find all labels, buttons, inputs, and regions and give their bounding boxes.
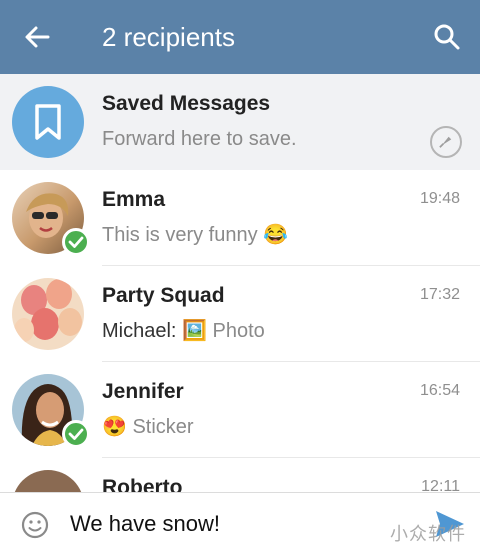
top-bar: 2 recipients xyxy=(0,0,480,74)
chat-row-jennifer[interactable]: Jennifer 16:54 😍 Sticker xyxy=(0,362,480,458)
chat-row-emma[interactable]: Emma 19:48 This is very funny 😂 xyxy=(0,170,480,266)
chat-name: Emma xyxy=(102,188,166,211)
chat-row-roberto[interactable]: Roberto 12:11 xyxy=(0,458,480,492)
chat-list: Saved Messages Forward here to save. Emm… xyxy=(0,74,480,492)
chat-time: 12:11 xyxy=(421,478,460,492)
page-title: 2 recipients xyxy=(102,22,235,52)
chat-time: 16:54 xyxy=(419,382,460,399)
avatar xyxy=(12,470,84,492)
chat-time: 19:48 xyxy=(419,190,460,207)
chat-preview: This is very funny 😂 xyxy=(102,224,289,246)
avatar xyxy=(12,86,84,158)
chat-name: Party Squad xyxy=(102,284,225,307)
pin-icon[interactable] xyxy=(430,126,462,158)
chat-name: Saved Messages xyxy=(102,92,271,115)
chat-preview: Michael: 🖼️ Photo xyxy=(102,318,265,344)
chat-name: Jennifer xyxy=(102,380,184,403)
chat-name: Roberto xyxy=(102,476,183,492)
chat-preview: Forward here to save. xyxy=(102,128,297,150)
arrow-left-icon[interactable] xyxy=(22,22,52,52)
avatar xyxy=(12,278,84,350)
preview-text: 🖼️ Photo xyxy=(182,320,265,342)
chat-preview: 😍 Sticker xyxy=(102,416,194,438)
search-icon[interactable] xyxy=(432,22,462,52)
chat-row-party-squad[interactable]: Party Squad 17:32 Michael: 🖼️ Photo xyxy=(0,266,480,362)
message-input[interactable]: We have snow! xyxy=(70,510,220,538)
chat-row-saved-messages[interactable]: Saved Messages Forward here to save. xyxy=(0,74,480,170)
preview-sender: Michael: xyxy=(102,320,183,342)
smiley-icon[interactable] xyxy=(20,510,50,540)
chat-time: 17:32 xyxy=(419,286,460,303)
bookmark-icon xyxy=(35,104,61,140)
selected-check-icon xyxy=(62,420,90,448)
selected-check-icon xyxy=(62,228,90,256)
watermark-text: 小众软件 xyxy=(390,524,466,544)
